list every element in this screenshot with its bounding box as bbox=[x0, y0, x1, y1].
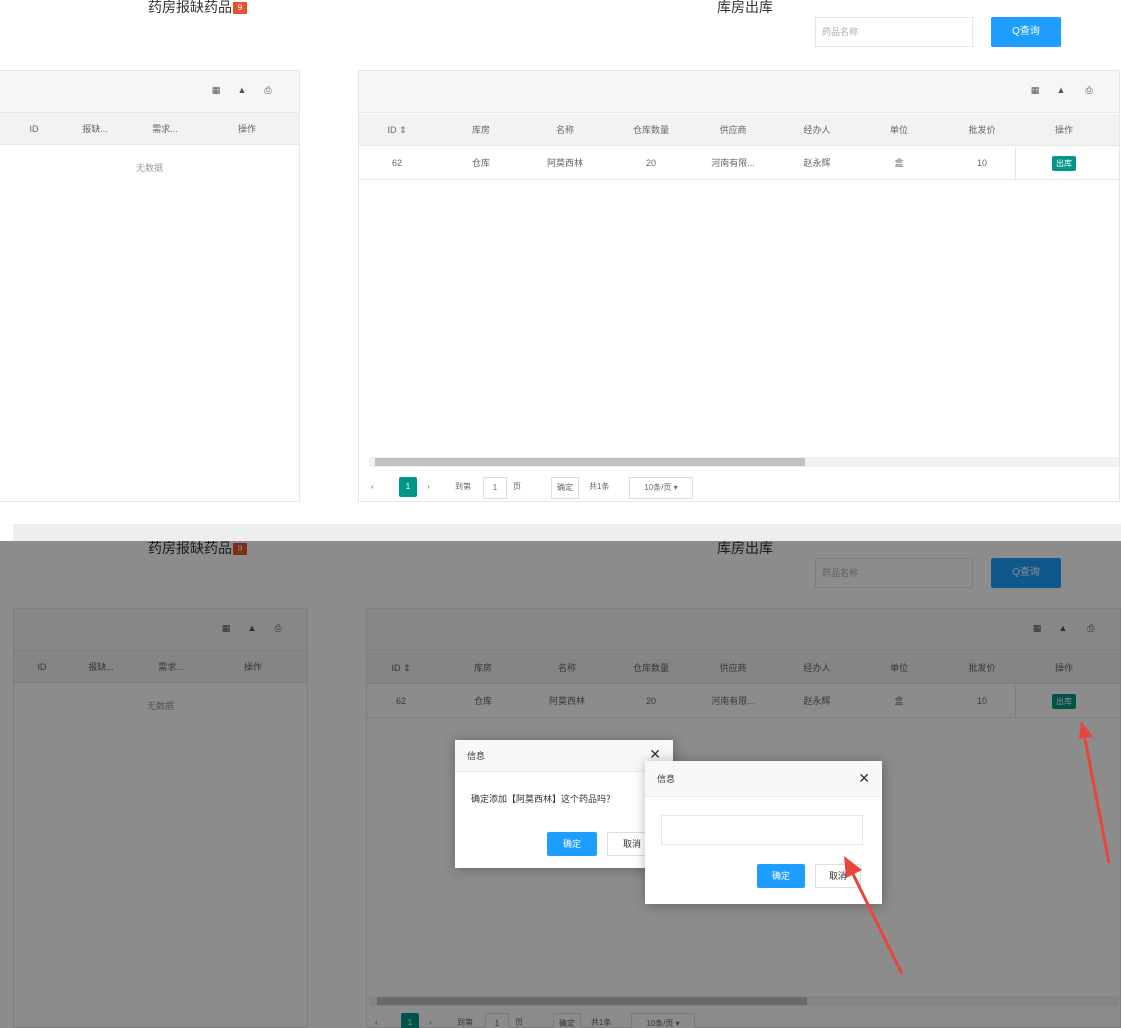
outbound-button[interactable]: 出库 bbox=[1052, 156, 1076, 171]
prompt-ok-button[interactable]: 确定 bbox=[757, 864, 805, 888]
cell-warehouse: 仓库 bbox=[471, 158, 490, 168]
cell-quantity: 20 bbox=[645, 158, 656, 168]
screenshot-after: 药房报缺药品 9 库房出库 药品名称 Q查询 ▦ ▲ ⎙ ID 报缺... 需求.… bbox=[0, 541, 1121, 1028]
dialog-title: 信息 bbox=[455, 740, 673, 772]
col-demand[interactable]: 需求... bbox=[140, 113, 190, 144]
col-warehouse[interactable]: 库房 bbox=[457, 114, 505, 145]
right-table-toolbar: ▦ ▲ ⎙ bbox=[359, 71, 1119, 113]
col-action: 操作 bbox=[1054, 125, 1073, 135]
col-name[interactable]: 名称 bbox=[539, 114, 591, 145]
col-shortage[interactable]: 报缺... bbox=[70, 113, 120, 144]
empty-text: 无数据 bbox=[135, 163, 163, 173]
confirm-message: 确定添加【阿莫西林】这个药品吗？ bbox=[471, 794, 616, 804]
cell-unit: 盒 bbox=[894, 158, 904, 168]
left-title-text: 药房报缺药品 bbox=[148, 0, 232, 16]
horizontal-scrollbar[interactable] bbox=[369, 457, 1119, 467]
dialog-title: 信息 bbox=[645, 761, 882, 797]
col-id[interactable]: ID bbox=[14, 113, 54, 144]
prompt-input[interactable] bbox=[661, 815, 863, 845]
print-icon[interactable]: ⎙ bbox=[258, 81, 278, 101]
screenshot-before: 药房报缺药品 9 库房出库 药品名称 Q查询 ▦ ▲ ⎙ ID 报缺... 需求.… bbox=[0, 0, 1121, 524]
table-row[interactable]: 62 仓库 阿莫西林 20 河南有限... 赵永辉 盒 10 出库 bbox=[359, 147, 1119, 180]
cell-supplier: 河南有限... bbox=[711, 158, 755, 168]
prev-page[interactable]: ‹ bbox=[371, 477, 374, 497]
col-wholesale-price[interactable]: 批发价 bbox=[957, 114, 1007, 145]
col-supplier[interactable]: 供应商 bbox=[705, 114, 761, 145]
search-button[interactable]: Q查询 bbox=[991, 17, 1061, 47]
print-icon[interactable]: ⎙ bbox=[1079, 81, 1099, 101]
page-size-select[interactable]: 10条/页 ▾ bbox=[629, 477, 693, 499]
left-page-title: 药房报缺药品 9 bbox=[148, 0, 247, 17]
columns-icon[interactable]: ▦ bbox=[1025, 81, 1045, 101]
fixed-column-divider bbox=[1015, 147, 1016, 179]
scrollbar-thumb[interactable] bbox=[375, 458, 805, 466]
count-badge: 9 bbox=[233, 2, 247, 14]
columns-icon[interactable]: ▦ bbox=[206, 81, 226, 101]
export-icon[interactable]: ▲ bbox=[1051, 81, 1071, 101]
next-page[interactable]: › bbox=[427, 477, 430, 497]
cell-price: 10 bbox=[976, 158, 987, 168]
goto-label: 到第 bbox=[455, 482, 471, 491]
confirm-dialog: 信息 ✕ 确定添加【阿莫西林】这个药品吗？ 确定 取消 bbox=[455, 740, 673, 868]
left-table-toolbar: ▦ ▲ ⎙ bbox=[0, 71, 299, 113]
cell-name: 阿莫西林 bbox=[546, 158, 583, 168]
left-table-header: ID 报缺... 需求... 操作 bbox=[0, 113, 299, 145]
col-handler[interactable]: 经办人 bbox=[791, 114, 843, 145]
col-quantity[interactable]: 仓库数量 bbox=[623, 114, 679, 145]
right-table-panel: ▦ ▲ ⎙ ID ⇕ 库房 名称 仓库数量 供应商 经办人 单位 批发价 操作 … bbox=[358, 70, 1120, 502]
cell-id: 62 bbox=[391, 158, 402, 168]
goto-confirm[interactable]: 确定 bbox=[551, 477, 579, 499]
frame-divider bbox=[13, 524, 1121, 541]
annotation-arrow-cancel bbox=[844, 856, 904, 975]
export-icon[interactable]: ▲ bbox=[232, 81, 252, 101]
search-input[interactable]: 药品名称 bbox=[815, 17, 973, 47]
page-unit: 页 bbox=[513, 482, 521, 491]
total-count: 共1条 bbox=[589, 482, 610, 491]
col-id-sortable[interactable]: ID ⇕ bbox=[373, 114, 421, 145]
right-table-header: ID ⇕ 库房 名称 仓库数量 供应商 经办人 单位 批发价 操作 bbox=[359, 114, 1119, 146]
left-table-panel: ▦ ▲ ⎙ ID 报缺... 需求... 操作 无数据 bbox=[0, 70, 300, 502]
annotation-arrow-action bbox=[1079, 721, 1111, 864]
page-input[interactable]: 1 bbox=[483, 477, 507, 499]
cell-action: 出库 bbox=[1039, 147, 1089, 179]
cell-handler: 赵永辉 bbox=[803, 158, 831, 168]
col-unit[interactable]: 单位 bbox=[879, 114, 919, 145]
pagination: ‹ 1 › 到第 1 页 确定 共1条 10条/页 ▾ bbox=[371, 477, 771, 499]
right-page-title: 库房出库 bbox=[717, 0, 773, 16]
close-icon[interactable]: ✕ bbox=[858, 770, 870, 787]
current-page[interactable]: 1 bbox=[399, 477, 417, 497]
confirm-ok-button[interactable]: 确定 bbox=[547, 832, 597, 856]
col-action: 操作 bbox=[237, 124, 256, 134]
